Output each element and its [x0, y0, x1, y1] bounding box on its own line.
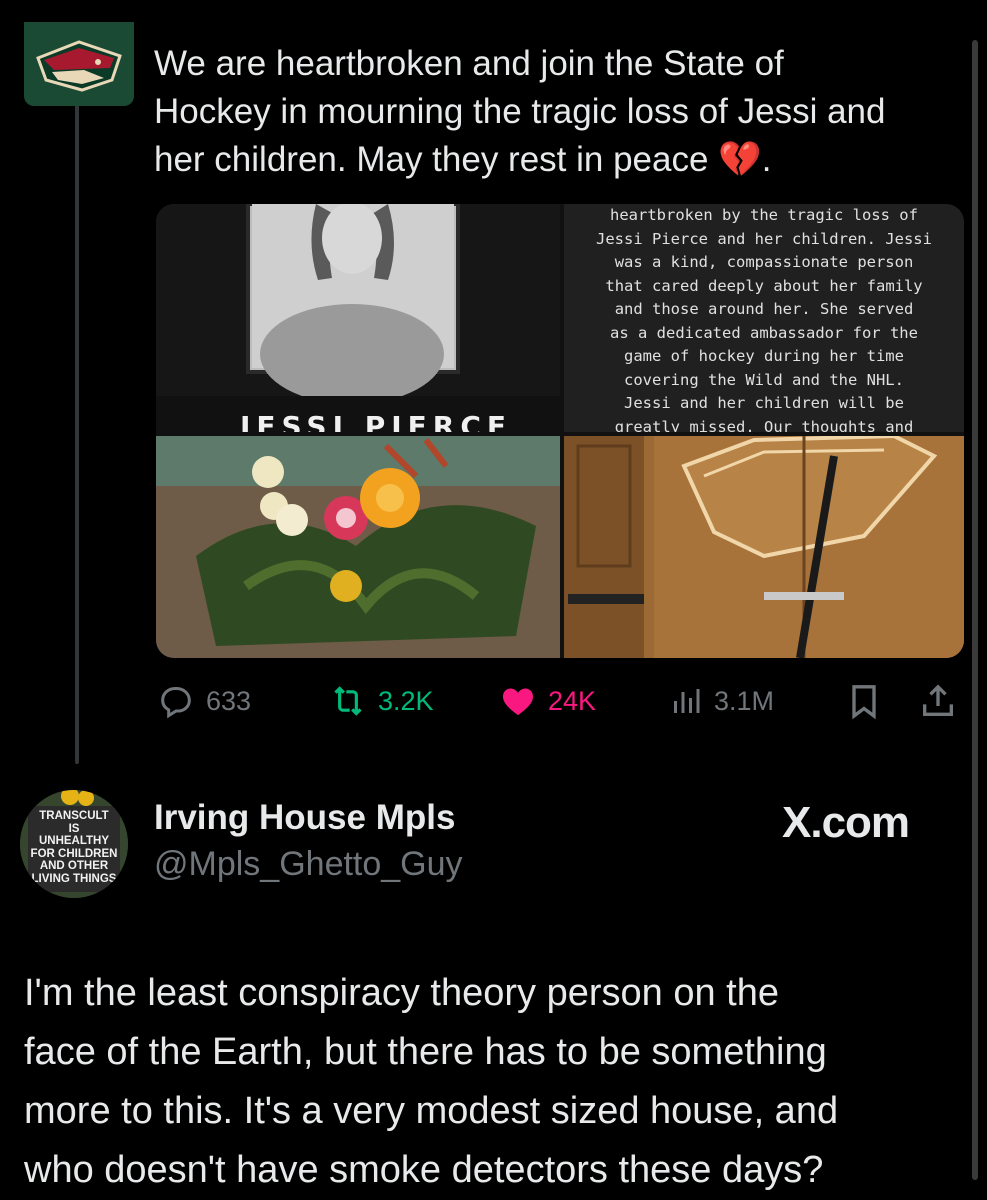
x-com-brand: X.com	[782, 798, 910, 847]
repost-count: 3.2K	[378, 685, 434, 716]
tweet-text: We are heartbroken and join the State of…	[154, 44, 886, 179]
avatar-sign-text: TRANSCULT IS UNHEALTHY FOR CHILDREN AND …	[30, 810, 118, 885]
statement-text: heartbroken by the tragic loss of Jessi …	[596, 206, 932, 432]
reply-author-name[interactable]: Irving House Mpls	[154, 798, 455, 838]
repost-icon	[334, 686, 362, 716]
media-statement-image[interactable]: heartbroken by the tragic loss of Jessi …	[564, 204, 964, 432]
reply-button[interactable]: 633	[156, 676, 251, 726]
wild-logo-icon	[36, 40, 122, 92]
locker-room-door-graphic	[564, 436, 964, 658]
media-flowers-image[interactable]	[156, 436, 560, 658]
views-button[interactable]: 3.1M	[668, 676, 774, 726]
heart-icon	[503, 688, 533, 716]
reply-text: I'm the least conspiracy theory person o…	[24, 972, 839, 1191]
minnesota-wild-avatar[interactable]	[24, 22, 134, 106]
reply-icon	[161, 687, 191, 719]
tweet-action-bar: 633 3.2K 24K 3.1M	[156, 676, 966, 726]
portrait-caption: JESSI PIERCE	[239, 410, 513, 432]
share-icon	[923, 684, 953, 716]
thread-connector-line	[75, 104, 79, 764]
tweet-media-grid[interactable]: JESSI PIERCE heartbroken by the tragic l…	[156, 204, 964, 658]
analytics-icon	[674, 689, 700, 713]
reply-author-handle[interactable]: @Mpls_Ghetto_Guy	[154, 845, 463, 884]
irving-house-avatar[interactable]: TRANSCULT IS UNHEALTHY FOR CHILDREN AND …	[20, 790, 128, 898]
reply-count: 633	[206, 685, 252, 716]
bookmark-icon	[852, 685, 876, 720]
flower-arrangement-graphic	[156, 436, 560, 658]
portrait-photo-graphic	[156, 204, 560, 432]
repost-button[interactable]: 3.2K	[328, 676, 434, 726]
media-locker-door-image[interactable]	[564, 436, 964, 658]
like-button[interactable]: 24K	[498, 676, 596, 726]
media-portrait-image[interactable]: JESSI PIERCE	[156, 204, 560, 432]
bookmark-button[interactable]	[844, 676, 884, 726]
scrollbar[interactable]	[972, 40, 978, 1180]
like-count: 24K	[548, 685, 597, 716]
view-count: 3.1M	[714, 685, 775, 716]
share-button[interactable]	[918, 676, 958, 726]
